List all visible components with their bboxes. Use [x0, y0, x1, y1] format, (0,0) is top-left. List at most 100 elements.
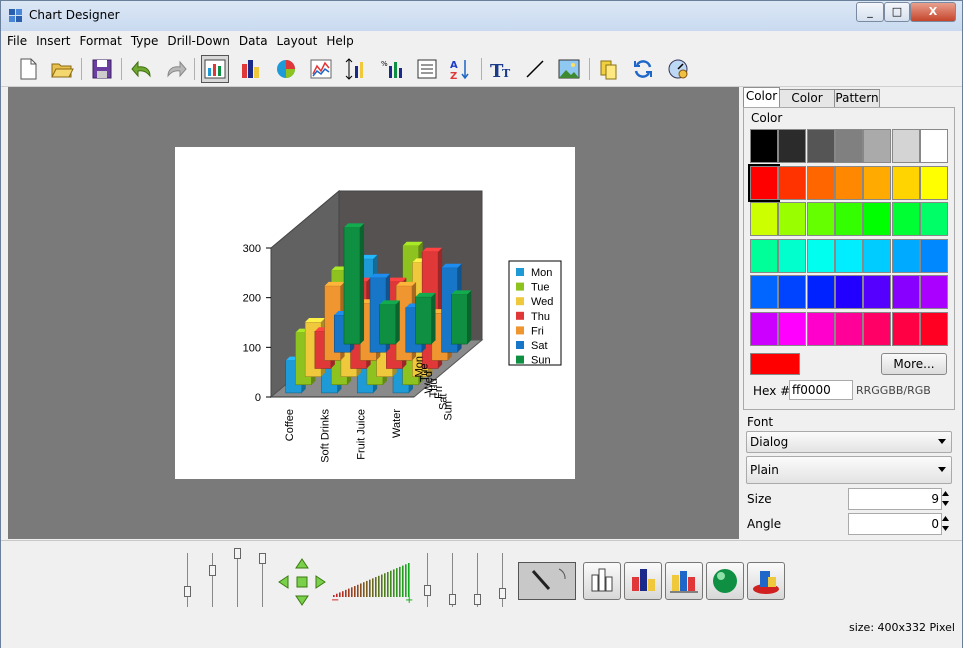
color-swatch[interactable] — [748, 163, 780, 202]
color-swatch[interactable] — [919, 238, 948, 273]
animation-icon[interactable] — [665, 56, 691, 82]
zoom-step[interactable] — [408, 563, 410, 597]
color-swatch[interactable] — [919, 311, 948, 346]
center-icon[interactable] — [296, 576, 308, 588]
color-swatch[interactable] — [834, 238, 863, 273]
color-swatch[interactable] — [778, 311, 807, 346]
zoom-step[interactable] — [399, 566, 401, 597]
color-swatch[interactable] — [834, 202, 863, 236]
color-swatch[interactable] — [806, 275, 835, 309]
zoom-step[interactable] — [390, 570, 392, 597]
color-swatch[interactable] — [863, 238, 892, 273]
chart-3d-bar[interactable]: 0 100 200 300 Coffee Soft Drinks Fruit Juice Wa… — [175, 147, 575, 479]
light-direction-control[interactable] — [518, 562, 576, 600]
shading-view-button[interactable] — [706, 562, 744, 600]
zoom-step[interactable] — [378, 575, 380, 597]
angle-spinner-buttons[interactable] — [941, 513, 950, 534]
bar-chart-icon[interactable] — [238, 56, 264, 82]
depth-slider-thumb[interactable] — [234, 548, 241, 559]
color-swatch[interactable] — [806, 202, 835, 236]
zoom-step[interactable] — [357, 584, 359, 597]
arrow-left-icon[interactable] — [278, 575, 289, 589]
open-icon[interactable] — [49, 56, 75, 82]
color-swatch[interactable] — [834, 129, 863, 163]
color-swatch[interactable] — [750, 275, 778, 309]
color-swatch[interactable] — [919, 165, 948, 200]
zoom-step[interactable] — [372, 578, 374, 597]
line-chart-icon[interactable] — [308, 56, 334, 82]
color-swatch[interactable] — [919, 129, 948, 163]
refresh-icon[interactable] — [630, 56, 656, 82]
zoom-step[interactable] — [348, 588, 350, 597]
data-labels-icon[interactable]: % — [379, 56, 405, 82]
color-swatch[interactable] — [863, 275, 892, 309]
texture-view-button[interactable] — [747, 562, 785, 600]
color-swatch[interactable] — [834, 311, 863, 346]
color-swatch[interactable] — [891, 202, 920, 236]
color-swatch[interactable] — [750, 202, 778, 236]
tab-pattern[interactable]: Pattern — [834, 89, 880, 107]
zoom-step[interactable] — [375, 577, 377, 597]
chart-designer-icon[interactable] — [201, 55, 229, 83]
color-swatch[interactable] — [891, 165, 920, 200]
menu-type[interactable]: Type — [128, 32, 162, 50]
minimize-button[interactable]: _ — [856, 2, 884, 22]
arrow-up-icon[interactable] — [295, 558, 309, 569]
angle-spinner-input[interactable]: 0 — [848, 513, 942, 535]
color-bars-view-button[interactable] — [665, 562, 703, 600]
solid-view-button[interactable] — [624, 562, 662, 600]
color-swatch[interactable] — [806, 165, 835, 200]
zoom-step[interactable] — [387, 571, 389, 597]
zoom-step[interactable] — [393, 569, 395, 597]
color-swatch[interactable] — [891, 129, 920, 163]
line-tool-icon[interactable] — [522, 56, 548, 82]
zoom-step[interactable] — [342, 591, 344, 597]
zoom-step[interactable] — [396, 568, 398, 597]
legend-icon[interactable] — [414, 56, 440, 82]
zoom-out-icon[interactable]: − — [331, 595, 339, 603]
chart-paper[interactable]: 0 100 200 300 Coffee Soft Drinks Fruit Juice Wa… — [175, 147, 575, 479]
light-slider-thumb[interactable] — [424, 585, 431, 596]
zoom-step[interactable] — [402, 565, 404, 597]
menu-help[interactable]: Help — [323, 32, 356, 50]
color-swatch[interactable] — [863, 165, 892, 200]
hex-input[interactable]: ff0000 — [789, 380, 853, 400]
menu-file[interactable]: File — [4, 32, 30, 50]
zoom-step[interactable] — [354, 586, 356, 597]
color-swatch[interactable] — [806, 311, 835, 346]
color-swatch[interactable] — [834, 165, 863, 200]
undo-icon[interactable] — [130, 56, 156, 82]
data-source-icon[interactable] — [596, 56, 622, 82]
color-swatch[interactable] — [750, 238, 778, 273]
color-swatch[interactable] — [750, 129, 778, 163]
font-family-select[interactable]: Dialog — [746, 431, 952, 453]
image-icon[interactable] — [556, 56, 582, 82]
color-swatch[interactable] — [778, 129, 807, 163]
zoom-step[interactable] — [366, 580, 368, 597]
zoom-step[interactable] — [405, 564, 407, 597]
wireframe-view-button[interactable] — [583, 562, 621, 600]
size-spinner-input[interactable]: 9 — [848, 488, 942, 510]
menu-format[interactable]: Format — [77, 32, 125, 50]
menu-insert[interactable]: Insert — [33, 32, 73, 50]
color-swatch[interactable] — [778, 165, 807, 200]
arrow-right-icon[interactable] — [315, 575, 326, 589]
gap-slider-thumb[interactable] — [474, 594, 481, 605]
zoom-step[interactable] — [363, 582, 365, 597]
tab-color[interactable]: Color — [743, 87, 780, 108]
tab-color-set[interactable]: Color Set — [779, 89, 835, 122]
zoom-in-icon[interactable]: + — [405, 595, 413, 603]
color-swatch[interactable] — [863, 129, 892, 163]
menu-data[interactable]: Data — [236, 32, 271, 50]
color-swatch[interactable] — [806, 129, 835, 163]
more-colors-button[interactable]: More... — [881, 353, 947, 375]
size-spinner-buttons[interactable] — [941, 488, 950, 509]
maximize-button[interactable]: □ — [884, 2, 910, 22]
color-swatch[interactable] — [778, 202, 807, 236]
pan-arrows-control[interactable] — [277, 557, 327, 607]
perspective-slider-thumb[interactable] — [259, 553, 266, 564]
zoom-step[interactable] — [369, 579, 371, 597]
color-swatch[interactable] — [919, 202, 948, 236]
color-swatch[interactable] — [834, 275, 863, 309]
width-slider-thumb[interactable] — [499, 588, 506, 599]
